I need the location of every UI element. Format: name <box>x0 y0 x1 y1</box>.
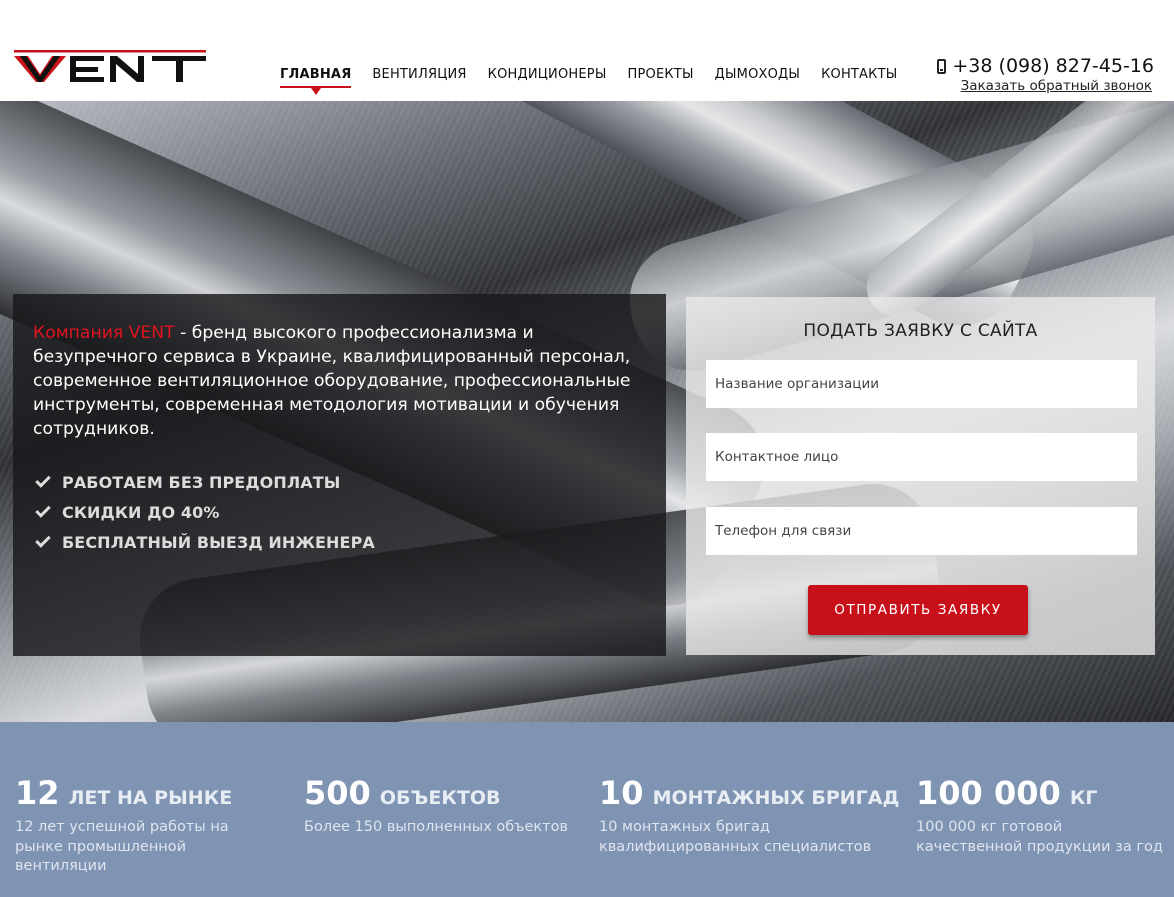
phone-number[interactable]: +38 (098) 827-45-16 <box>937 55 1154 77</box>
stat-number: 100 000 <box>916 774 1061 812</box>
benefit-label: РАБОТАЕМ БЕЗ ПРЕДОПЛАТЫ <box>62 472 341 492</box>
phone-number-text: +38 (098) 827-45-16 <box>952 55 1154 77</box>
stat-label: МОНТАЖНЫХ БРИГАД <box>652 787 900 809</box>
callback-link[interactable]: Заказать обратный звонок <box>961 78 1152 94</box>
check-icon <box>35 532 51 548</box>
main-nav: ГЛАВНАЯ ВЕНТИЛЯЦИЯ КОНДИЦИОНЕРЫ ПРОЕКТЫ … <box>280 67 918 95</box>
stat-number: 12 <box>15 774 60 812</box>
hero-section: Компания VENT - бренд высокого профессио… <box>0 101 1174 722</box>
benefit-item: БЕСПЛАТНЫЙ ВЫЕЗД ИНЖЕНЕРА <box>33 527 646 557</box>
vent-logo[interactable] <box>14 50 206 84</box>
nav-item-chimneys[interactable]: ДЫМОХОДЫ <box>715 67 800 82</box>
stat-label: КГ <box>1069 787 1098 809</box>
request-form: ПОДАТЬ ЗАЯВКУ С САЙТА ОТПРАВИТЬ ЗАЯВКУ <box>686 297 1155 655</box>
nav-item-projects[interactable]: ПРОЕКТЫ <box>628 67 694 82</box>
company-info-panel: Компания VENT - бренд высокого профессио… <box>13 294 666 656</box>
stats-section: 12 ЛЕТ НА РЫНКЕ 12 лет успешной работы н… <box>0 722 1174 897</box>
benefit-label: БЕСПЛАТНЫЙ ВЫЕЗД ИНЖЕНЕРА <box>62 532 375 552</box>
check-icon <box>35 502 51 518</box>
stat-number: 10 <box>599 774 644 812</box>
stat-description: 10 монтажных бригад квалифицированных сп… <box>599 819 872 855</box>
submit-request-button[interactable]: ОТПРАВИТЬ ЗАЯВКУ <box>808 585 1028 635</box>
stat-heading: 12 ЛЕТ НА РЫНКЕ <box>15 774 275 812</box>
stat-heading: 100 000 КГ <box>916 774 1166 812</box>
benefits-list: РАБОТАЕМ БЕЗ ПРЕДОПЛАТЫ СКИДКИ ДО 40% БЕ… <box>33 467 646 557</box>
form-title: ПОДАТЬ ЗАЯВКУ С САЙТА <box>803 321 1038 341</box>
contact-person-input[interactable] <box>706 433 1137 481</box>
check-icon <box>35 472 51 488</box>
stat-number: 500 <box>304 774 371 812</box>
stat-heading: 500 ОБЪЕКТОВ <box>304 774 574 812</box>
stat-label: ЛЕТ НА РЫНКЕ <box>68 787 233 809</box>
benefit-item: РАБОТАЕМ БЕЗ ПРЕДОПЛАТЫ <box>33 467 646 497</box>
nav-item-ventilation[interactable]: ВЕНТИЛЯЦИЯ <box>372 67 466 82</box>
organization-name-input[interactable] <box>706 360 1137 408</box>
stat-description: 100 000 кг готовой качественной продукци… <box>916 819 1163 855</box>
phone-input[interactable] <box>706 507 1137 555</box>
stat-item: 10 МОНТАЖНЫХ БРИГАД 10 монтажных бригад … <box>599 774 899 857</box>
nav-item-contacts[interactable]: КОНТАКТЫ <box>821 67 897 82</box>
stat-item: 100 000 КГ 100 000 кг готовой качественн… <box>916 774 1166 857</box>
stat-label: ОБЪЕКТОВ <box>379 787 501 809</box>
site-header: ГЛАВНАЯ ВЕНТИЛЯЦИЯ КОНДИЦИОНЕРЫ ПРОЕКТЫ … <box>0 0 1174 101</box>
stat-item: 12 ЛЕТ НА РЫНКЕ 12 лет успешной работы н… <box>15 774 275 877</box>
benefit-label: СКИДКИ ДО 40% <box>62 502 220 522</box>
benefit-item: СКИДКИ ДО 40% <box>33 497 646 527</box>
stat-description: Более 150 выполненных объектов <box>304 819 569 835</box>
company-intro: Компания VENT - бренд высокого профессио… <box>33 321 646 441</box>
stat-item: 500 ОБЪЕКТОВ Более 150 выполненных объек… <box>304 774 574 838</box>
stat-description: 12 лет успешной работы на рынке промышле… <box>15 819 229 874</box>
nav-item-home[interactable]: ГЛАВНАЯ <box>280 67 352 95</box>
company-brand-name: Компания VENT <box>33 323 175 343</box>
stat-heading: 10 МОНТАЖНЫХ БРИГАД <box>599 774 899 812</box>
nav-item-air-conditioners[interactable]: КОНДИЦИОНЕРЫ <box>488 67 607 82</box>
phone-icon <box>937 58 947 74</box>
